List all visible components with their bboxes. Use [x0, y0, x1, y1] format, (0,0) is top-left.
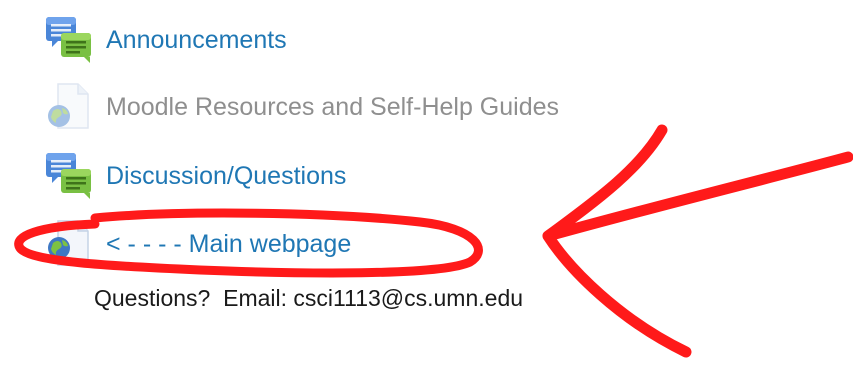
url-resource-icon [44, 218, 96, 270]
forum-icon [44, 14, 96, 66]
course-section: Announcements Moodle Resources and Self-… [0, 0, 853, 365]
activity-discussion-questions[interactable]: Discussion/Questions [44, 148, 346, 204]
annotation-arrow [542, 124, 853, 358]
forum-icon [44, 150, 96, 202]
activity-label-moodle-resources[interactable]: Moodle Resources and Self-Help Guides [106, 92, 559, 122]
activity-label-main-webpage[interactable]: < - - - - Main webpage [106, 229, 351, 259]
activity-label-announcements[interactable]: Announcements [106, 25, 287, 55]
activity-announcements[interactable]: Announcements [44, 12, 287, 68]
activity-label-discussion-questions[interactable]: Discussion/Questions [106, 161, 346, 191]
contact-note: Questions? Email: csci1113@cs.umn.edu [94, 285, 524, 311]
activity-moodle-resources[interactable]: Moodle Resources and Self-Help Guides [44, 79, 559, 135]
url-resource-icon [44, 81, 96, 133]
activity-main-webpage[interactable]: < - - - - Main webpage [44, 216, 351, 272]
